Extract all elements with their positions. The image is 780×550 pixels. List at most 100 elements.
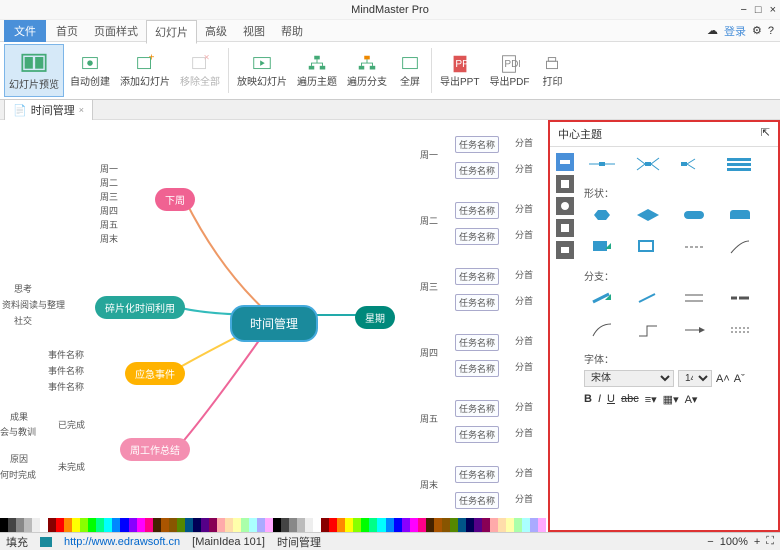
ribbon-export-pdf[interactable]: PDF 导出PDF [485, 44, 533, 97]
sub-wed[interactable]: 周三 [100, 190, 118, 203]
sub-mon[interactable]: 周一 [100, 162, 118, 175]
vtab-theme[interactable] [556, 197, 574, 215]
branch-node[interactable]: 分首 [515, 294, 533, 307]
sub-read[interactable]: 资料阅读与整理 [2, 298, 65, 311]
sub-when[interactable]: 何时完成 [0, 468, 36, 481]
conn-arrow[interactable] [676, 319, 712, 341]
font-size-select[interactable]: 14 [678, 370, 712, 387]
task-node[interactable]: 任务名称 [455, 466, 499, 483]
branch-node[interactable]: 分首 [515, 400, 533, 413]
branch-node[interactable]: 分首 [515, 466, 533, 479]
node-week[interactable]: 星期 [355, 306, 395, 329]
maximize-button[interactable]: □ [755, 4, 762, 16]
menu-advanced[interactable]: 高级 [197, 20, 235, 42]
branch-node[interactable]: 分首 [515, 202, 533, 215]
shape-tab[interactable] [722, 204, 758, 226]
branch-fill[interactable] [584, 287, 620, 309]
branch-node[interactable]: 分首 [515, 334, 533, 347]
task-node[interactable]: 任务名称 [455, 426, 499, 443]
font-family-select[interactable]: 宋体 [584, 370, 674, 387]
font-increase[interactable]: A˄ [716, 373, 730, 385]
menu-help[interactable]: 帮助 [273, 20, 311, 42]
branch-node[interactable]: 分首 [515, 492, 533, 505]
sub-done[interactable]: 已完成 [58, 418, 85, 431]
menu-page-style[interactable]: 页面样式 [86, 20, 146, 42]
conn-dash[interactable] [722, 319, 758, 341]
sub-result[interactable]: 成果 [10, 410, 28, 423]
menu-view[interactable]: 视图 [235, 20, 273, 42]
zoom-in[interactable]: + [754, 536, 760, 548]
ribbon-remove-all[interactable]: × 移除全部 [176, 44, 224, 97]
node-emergency[interactable]: 应急事件 [125, 362, 185, 385]
node-summary[interactable]: 周工作总结 [120, 438, 190, 461]
node-next-week[interactable]: 下周 [155, 188, 195, 211]
branch-line[interactable] [630, 287, 666, 309]
week-day[interactable]: 周三 [420, 280, 438, 293]
menu-home[interactable]: 首页 [48, 20, 86, 42]
doc-tab[interactable]: 📄 时间管理 × [4, 99, 93, 120]
close-button[interactable]: × [770, 4, 776, 16]
sub-thu[interactable]: 周四 [100, 204, 118, 217]
ribbon-export-ppt[interactable]: PPT 导出PPT [436, 44, 483, 97]
branch-node[interactable]: 分首 [515, 268, 533, 281]
sub-undone[interactable]: 未完成 [58, 460, 85, 473]
shape-hex[interactable] [584, 204, 620, 226]
sub-weekend[interactable]: 周末 [100, 232, 118, 245]
sub-social[interactable]: 社交 [14, 314, 32, 327]
login-link[interactable]: 登录 [724, 23, 746, 39]
mindmap-canvas[interactable]: 时间管理 下周 碎片化时间利用 应急事件 周工作总结 星期 周一 周二 周三 周… [0, 120, 548, 532]
border-opt[interactable] [630, 236, 666, 258]
week-day[interactable]: 周二 [420, 214, 438, 227]
underline-button[interactable]: U [607, 393, 615, 406]
layout-opt-1[interactable] [584, 153, 620, 175]
sub-lesson[interactable]: 会与教训 [0, 425, 36, 438]
shape-diamond[interactable] [630, 204, 666, 226]
branch-style-1[interactable] [676, 287, 712, 309]
conn-angle[interactable] [630, 319, 666, 341]
ribbon-play[interactable]: 放映幻灯片 [233, 44, 291, 97]
status-url[interactable]: http://www.edrawsoft.cn [64, 536, 180, 548]
sub-ev3[interactable]: 事件名称 [48, 380, 84, 393]
menu-file[interactable]: 文件 [4, 20, 46, 42]
vtab-task[interactable] [556, 241, 574, 259]
node-center[interactable]: 时间管理 [230, 305, 318, 342]
sub-ev1[interactable]: 事件名称 [48, 348, 84, 361]
ribbon-browse-topic[interactable]: 遍历主题 [293, 44, 341, 97]
branch-node[interactable]: 分首 [515, 426, 533, 439]
zoom-out[interactable]: − [707, 536, 713, 548]
week-day[interactable]: 周末 [420, 478, 438, 491]
strike-button[interactable]: abc [621, 393, 639, 406]
ribbon-fullscreen[interactable]: 全屏 [393, 44, 427, 97]
line-curve[interactable] [722, 236, 758, 258]
sub-fri[interactable]: 周五 [100, 218, 118, 231]
menu-slideshow[interactable]: 幻灯片 [146, 20, 197, 44]
branch-node[interactable]: 分首 [515, 162, 533, 175]
week-day[interactable]: 周四 [420, 346, 438, 359]
help-icon[interactable]: ? [768, 25, 774, 37]
italic-button[interactable]: I [598, 393, 601, 406]
ribbon-browse-branch[interactable]: 遍历分支 [343, 44, 391, 97]
sub-think[interactable]: 思考 [14, 282, 32, 295]
task-node[interactable]: 任务名称 [455, 268, 499, 285]
sub-ev2[interactable]: 事件名称 [48, 364, 84, 377]
week-day[interactable]: 周五 [420, 412, 438, 425]
fit-icon[interactable]: ⛶ [766, 535, 774, 548]
doc-tab-close[interactable]: × [79, 105, 84, 115]
task-node[interactable]: 任务名称 [455, 400, 499, 417]
font-color-button[interactable]: A▾ [685, 393, 698, 406]
task-node[interactable]: 任务名称 [455, 334, 499, 351]
minimize-button[interactable]: − [740, 4, 746, 16]
branch-node[interactable]: 分首 [515, 136, 533, 149]
task-node[interactable]: 任务名称 [455, 202, 499, 219]
task-node[interactable]: 任务名称 [455, 136, 499, 153]
font-decrease[interactable]: Aˇ [734, 373, 745, 385]
sub-tue[interactable]: 周二 [100, 176, 118, 189]
cloud-icon[interactable]: ☁ [707, 24, 718, 37]
shape-round[interactable] [676, 204, 712, 226]
branch-node[interactable]: 分首 [515, 228, 533, 241]
task-node[interactable]: 任务名称 [455, 162, 499, 179]
fill-swatch[interactable] [40, 537, 52, 547]
conn-curve[interactable] [584, 319, 620, 341]
branch-taper[interactable] [722, 287, 758, 309]
highlight-button[interactable]: ▦▾ [663, 393, 679, 406]
